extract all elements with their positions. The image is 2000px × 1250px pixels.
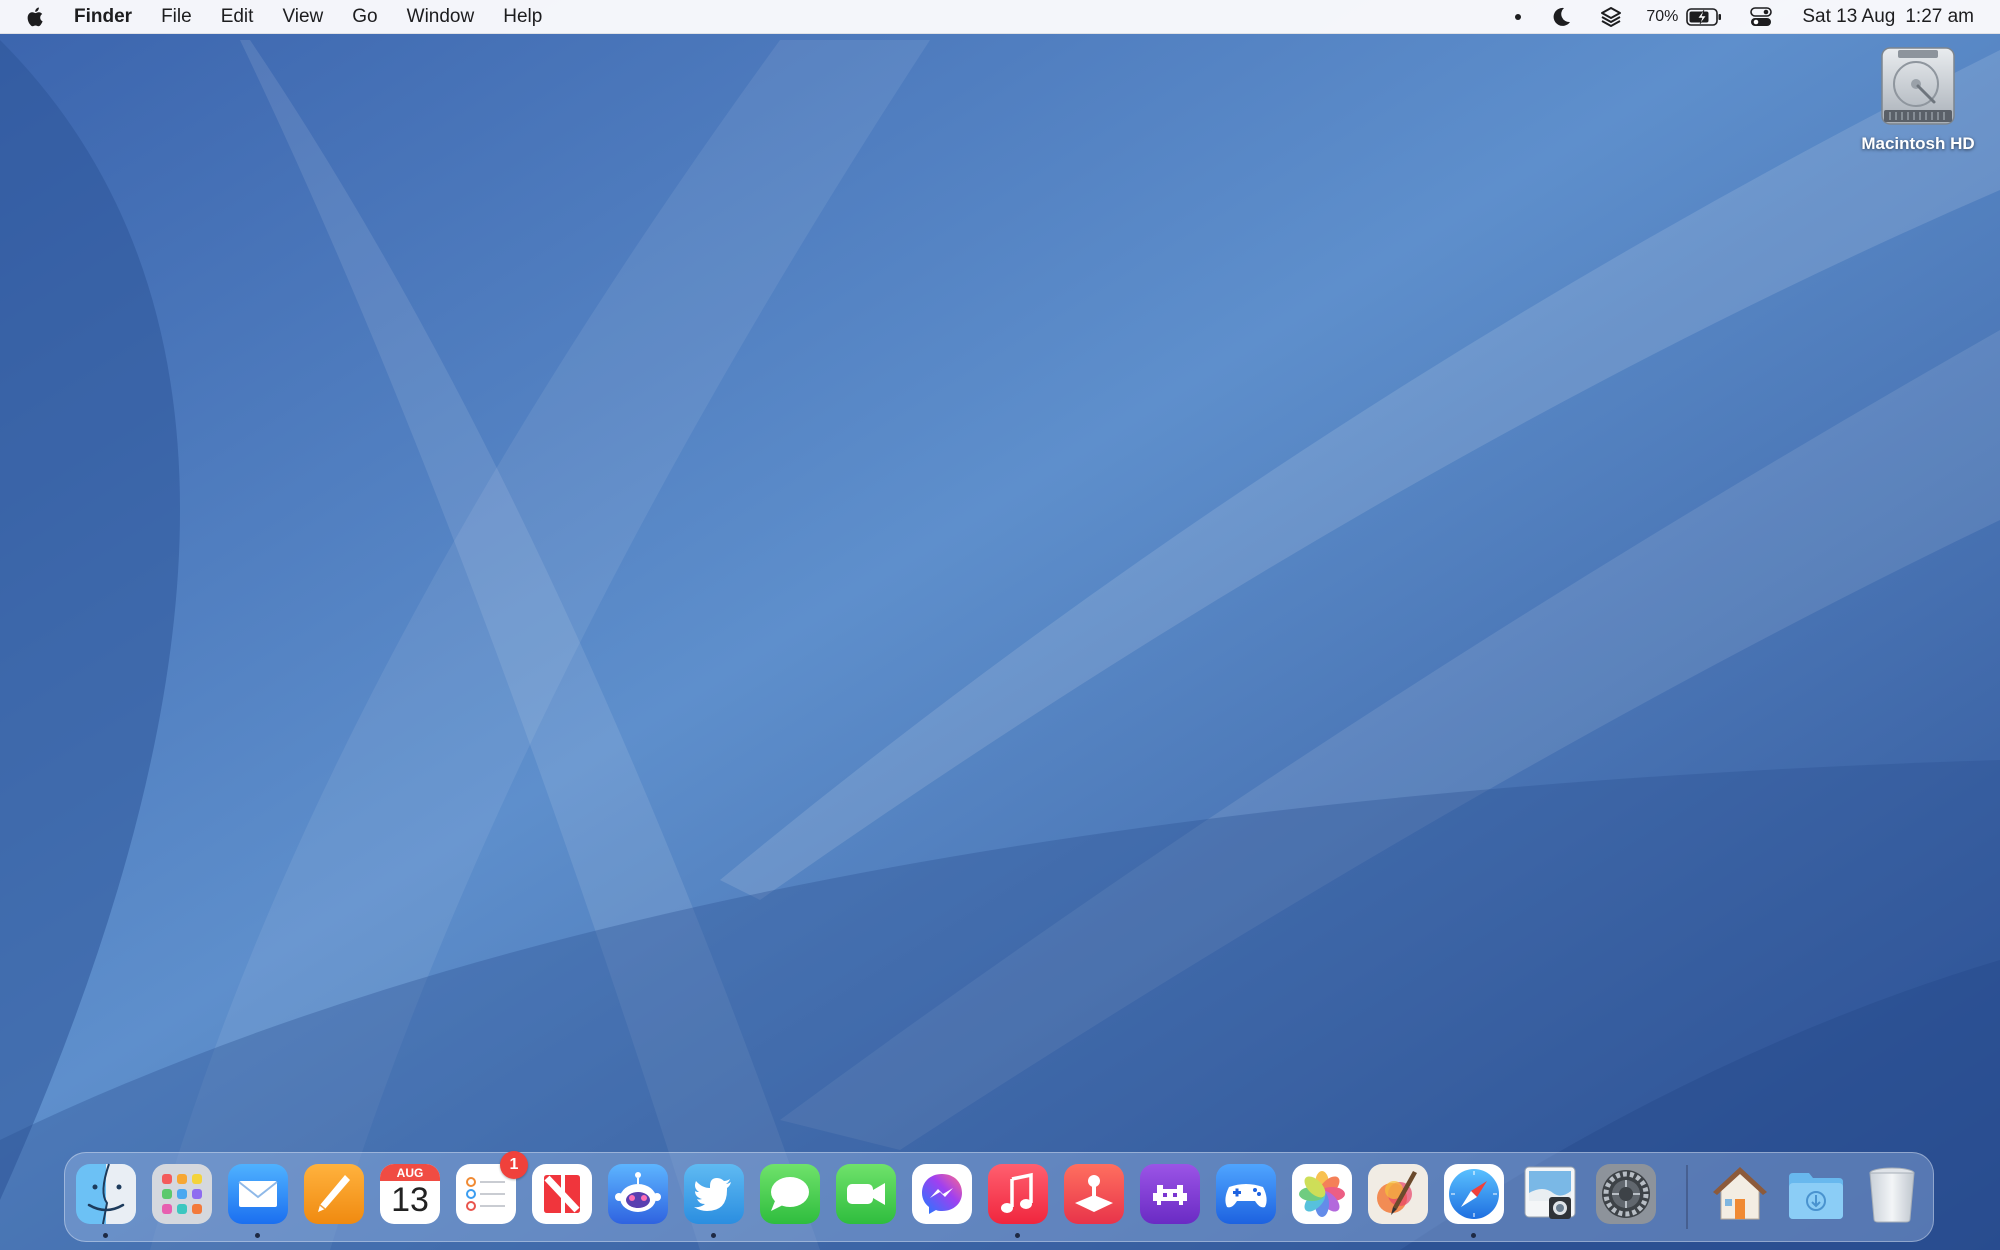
dock-arcade[interactable] bbox=[1063, 1163, 1125, 1225]
layers-icon[interactable] bbox=[1600, 6, 1622, 28]
moon-icon[interactable] bbox=[1550, 6, 1572, 28]
dock-game-emulator[interactable] bbox=[1139, 1163, 1201, 1225]
joystick-icon bbox=[1064, 1164, 1124, 1224]
mail-icon bbox=[228, 1164, 288, 1224]
twitter-icon bbox=[684, 1164, 744, 1224]
desktop-icon-macintosh-hd[interactable]: Macintosh HD bbox=[1846, 44, 1990, 154]
compass-icon bbox=[1444, 1164, 1504, 1224]
dock-finder[interactable] bbox=[75, 1163, 137, 1225]
desktop-wallpaper bbox=[0, 0, 2000, 1250]
paintbrush-icon bbox=[1368, 1164, 1428, 1224]
menu-edit[interactable]: Edit bbox=[221, 6, 254, 28]
dot-icon[interactable] bbox=[1514, 13, 1522, 21]
dock-game-controller[interactable] bbox=[1215, 1163, 1277, 1225]
control-center-icon[interactable] bbox=[1750, 6, 1773, 27]
reddit-client-icon bbox=[608, 1164, 668, 1224]
menu-bar: Finder File Edit View Go Window Help 70%… bbox=[0, 0, 2000, 34]
trash-icon bbox=[1869, 1167, 1915, 1223]
running-indicator bbox=[1015, 1233, 1020, 1238]
menu-bar-status: 70% Sat 13 Aug 1:27 am bbox=[1486, 0, 2000, 34]
preview-icon bbox=[1524, 1166, 1576, 1219]
running-indicator bbox=[711, 1233, 716, 1238]
dock-reddit-client[interactable] bbox=[607, 1163, 669, 1225]
finder-icon bbox=[76, 1163, 136, 1225]
apple-icon[interactable] bbox=[24, 5, 48, 29]
menu-help[interactable]: Help bbox=[503, 6, 542, 28]
launchpad-icon bbox=[152, 1164, 212, 1224]
dock-mail[interactable] bbox=[227, 1163, 289, 1225]
running-indicator bbox=[103, 1233, 108, 1238]
dock-launchpad[interactable] bbox=[151, 1163, 213, 1225]
menu-view[interactable]: View bbox=[282, 6, 323, 28]
dock: AUG 13 1 bbox=[64, 1151, 1934, 1242]
dock-calendar[interactable]: AUG 13 bbox=[379, 1163, 441, 1225]
battery-icon[interactable] bbox=[1686, 7, 1722, 26]
gear-icon bbox=[1596, 1164, 1656, 1224]
dock-downloads-folder[interactable] bbox=[1785, 1163, 1847, 1225]
dock-preview[interactable] bbox=[1519, 1163, 1581, 1225]
menu-window[interactable]: Window bbox=[407, 6, 475, 28]
dock-trash[interactable] bbox=[1861, 1163, 1923, 1225]
menu-app-finder[interactable]: Finder bbox=[74, 6, 132, 28]
download-folder-icon bbox=[1789, 1173, 1843, 1219]
notification-badge: 1 bbox=[500, 1151, 528, 1179]
dock-pages[interactable] bbox=[303, 1163, 365, 1225]
battery-percent: 70% bbox=[1646, 7, 1679, 25]
menu-date[interactable]: Sat 13 Aug bbox=[1802, 6, 1895, 28]
dock-music[interactable] bbox=[987, 1163, 1049, 1225]
music-icon bbox=[988, 1164, 1048, 1224]
pages-icon bbox=[304, 1164, 364, 1224]
dock-separator bbox=[1686, 1165, 1688, 1229]
hard-drive-icon bbox=[1876, 44, 1960, 128]
calendar-day: 13 bbox=[391, 1181, 429, 1219]
dock-safari[interactable] bbox=[1443, 1163, 1505, 1225]
news-icon bbox=[532, 1164, 592, 1224]
photos-icon bbox=[1292, 1164, 1352, 1224]
dock-photos[interactable] bbox=[1291, 1163, 1353, 1225]
facetime-icon bbox=[836, 1164, 896, 1224]
dock-home-folder[interactable] bbox=[1709, 1163, 1771, 1225]
desktop-icon-label: Macintosh HD bbox=[1861, 134, 1975, 153]
dock-messages[interactable] bbox=[759, 1163, 821, 1225]
dock-system-preferences[interactable] bbox=[1595, 1163, 1657, 1225]
house-icon bbox=[1713, 1167, 1767, 1220]
menu-go[interactable]: Go bbox=[352, 6, 377, 28]
gamepad-icon bbox=[1216, 1164, 1276, 1224]
dock-messenger[interactable] bbox=[911, 1163, 973, 1225]
dock-reminders[interactable]: 1 bbox=[455, 1151, 528, 1225]
messenger-icon bbox=[912, 1164, 972, 1224]
running-indicator bbox=[255, 1233, 260, 1238]
dock-news[interactable] bbox=[531, 1163, 593, 1225]
menu-file[interactable]: File bbox=[161, 6, 192, 28]
messages-icon bbox=[760, 1164, 820, 1224]
menu-bar-left: Finder File Edit View Go Window Help bbox=[0, 0, 571, 34]
dock-pixelmator[interactable] bbox=[1367, 1163, 1429, 1225]
dock-facetime[interactable] bbox=[835, 1163, 897, 1225]
dock-twitter[interactable] bbox=[683, 1163, 745, 1225]
running-indicator bbox=[1471, 1233, 1476, 1238]
space-invader-icon bbox=[1140, 1164, 1200, 1224]
menu-time[interactable]: 1:27 am bbox=[1905, 6, 1974, 28]
calendar-month: AUG bbox=[396, 1166, 424, 1180]
